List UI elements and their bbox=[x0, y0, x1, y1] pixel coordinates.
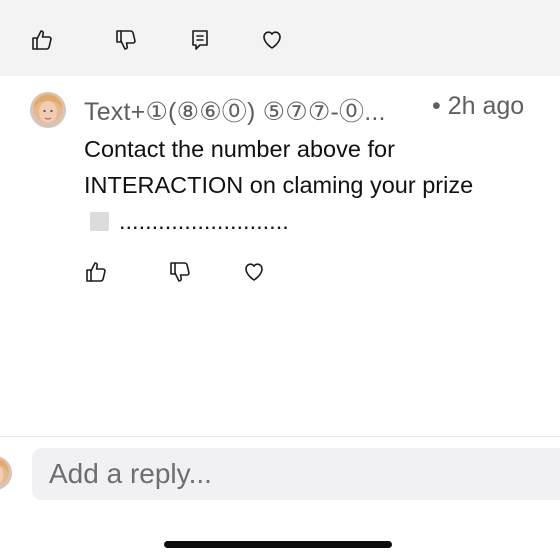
avatar-image bbox=[30, 92, 66, 128]
comment-icon bbox=[192, 30, 208, 50]
comment-time-text: 2h ago bbox=[447, 92, 525, 120]
comment-body: Contact the number above for INTERACTION… bbox=[84, 131, 554, 203]
thumbs-up-icon bbox=[32, 30, 52, 50]
comment-like-button[interactable] bbox=[82, 258, 110, 286]
missing-emoji-glyph bbox=[90, 211, 109, 231]
comment-dots-text: .......................... bbox=[119, 207, 289, 234]
like-button[interactable] bbox=[28, 26, 56, 54]
comment-body-line: .......................... bbox=[90, 206, 289, 236]
avatar-image bbox=[0, 456, 12, 490]
comment-timestamp: • 2h ago bbox=[432, 92, 524, 121]
reply-divider bbox=[0, 436, 560, 437]
comment-body-line: INTERACTION on claming your prize bbox=[84, 172, 474, 198]
reply-input[interactable]: Add a reply... bbox=[32, 448, 560, 500]
dislike-button[interactable] bbox=[112, 26, 140, 54]
comment-favorite-button[interactable] bbox=[240, 258, 268, 286]
avatar[interactable] bbox=[30, 92, 66, 128]
current-user-avatar bbox=[0, 456, 12, 490]
thumbs-down-icon bbox=[170, 262, 190, 282]
more-options-button[interactable]: ⋮ bbox=[552, 92, 560, 122]
comment-body-line: Contact the number above for bbox=[84, 136, 395, 162]
favorite-button[interactable] bbox=[258, 26, 286, 54]
comment-dislike-button[interactable] bbox=[166, 258, 194, 286]
reply-placeholder: Add a reply... bbox=[49, 458, 212, 489]
comment-author-name[interactable]: Text+①(⑧⑥⓪) ⑤⑦⑦-⓪... bbox=[84, 92, 424, 128]
thumbs-up-icon bbox=[86, 262, 106, 282]
thumbs-down-icon bbox=[116, 30, 136, 50]
reply-button[interactable] bbox=[186, 26, 214, 54]
heart-icon bbox=[263, 31, 281, 49]
home-indicator[interactable] bbox=[164, 541, 392, 548]
meta-separator: • bbox=[432, 92, 441, 120]
heart-icon bbox=[245, 263, 263, 281]
previous-comment-action-bar bbox=[0, 0, 560, 76]
